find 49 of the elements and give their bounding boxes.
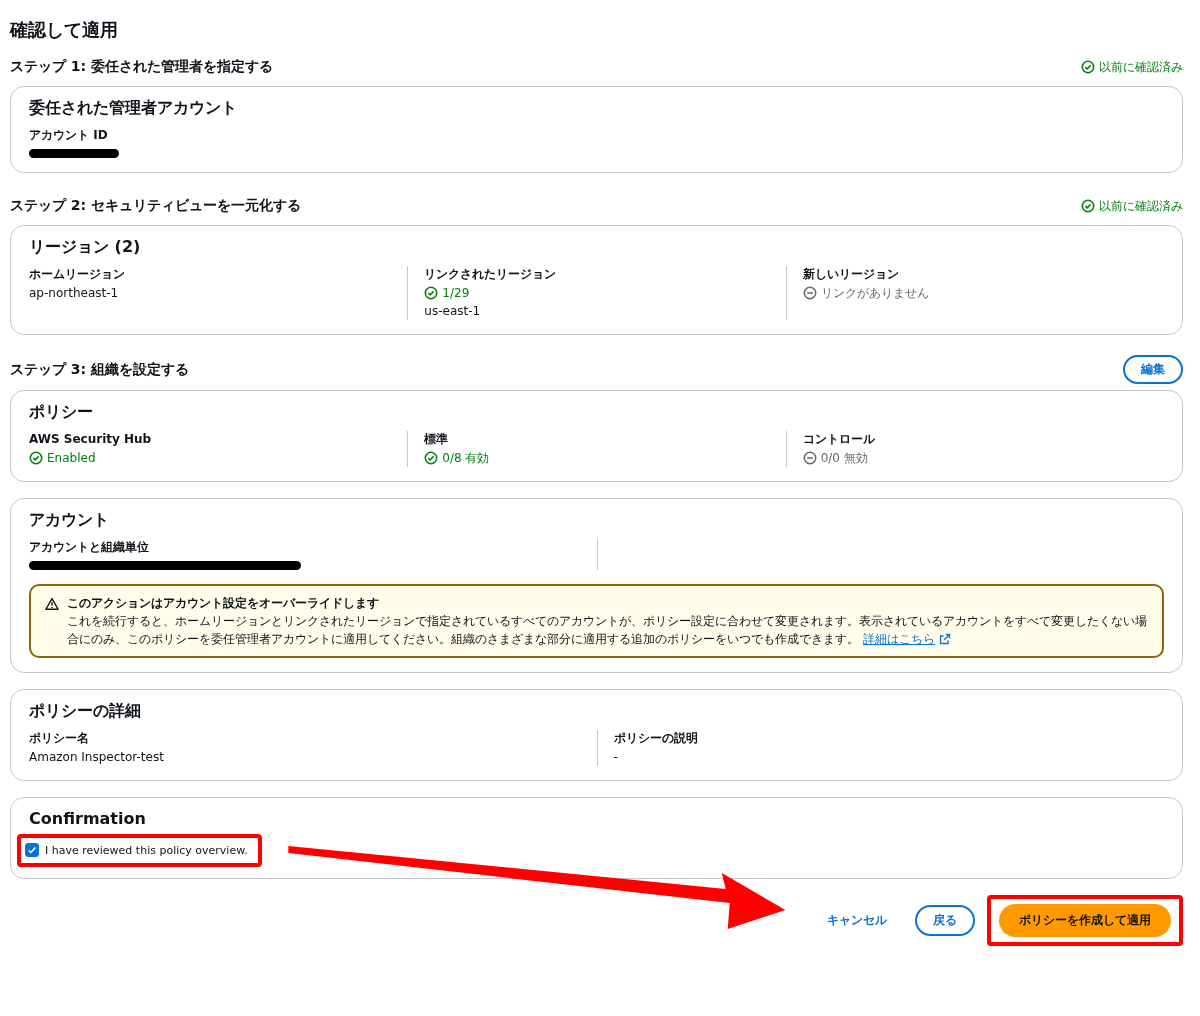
alert-text: これを続行すると、ホームリージョンとリンクされたリージョンで指定されているすべてのアカウントが、ポリシー設定に合わせて変更されます。表示されているアカウントをすべて変更したくない場合にのみ、このポリシーを委任管理者アカウントに適用してください。組織のさまざまな部分に適用する追加のポリシーをいつでも作成できます。 詳細はこちら xyxy=(67,613,1148,648)
field-value: ap-northeast-1 xyxy=(29,285,119,302)
step-title: ステップ 1: 委任された管理者を指定する xyxy=(10,58,275,76)
field-label: アカウント ID xyxy=(29,127,109,144)
card-title: Confirmation xyxy=(29,808,147,830)
field-label: AWS Security Hub xyxy=(29,431,153,448)
check-circle-icon xyxy=(29,451,43,465)
field-label: 新しいリージョン xyxy=(802,266,900,283)
check-circle-icon xyxy=(1081,199,1095,213)
check-circle-icon xyxy=(1081,60,1095,74)
status-text: 1/29 xyxy=(442,285,470,302)
step-title: ステップ 2: セキュリティビューを一元化する xyxy=(10,197,303,215)
field-label: アカウントと組織単位 xyxy=(29,539,150,556)
checkmark-icon xyxy=(26,844,38,856)
field-value: - xyxy=(613,749,618,766)
status-text: Enabled xyxy=(47,450,96,467)
status-text: 以前に確認済み xyxy=(1099,197,1183,215)
step-title: ステップ 3: 組織を設定する xyxy=(10,360,191,379)
status-text: リンクがありません xyxy=(820,285,929,302)
page-title: 確認して適用 xyxy=(10,18,119,42)
field-label: 標準 xyxy=(424,431,450,448)
check-circle-icon xyxy=(424,286,439,300)
warning-icon xyxy=(45,597,59,611)
cancel-link[interactable]: キャンセル xyxy=(811,907,903,934)
card-title: ポリシー xyxy=(29,401,94,423)
edit-button[interactable]: 編集 xyxy=(1123,355,1183,384)
status-text: 以前に確認済み xyxy=(1099,58,1183,76)
field-label: ホームリージョン xyxy=(29,266,126,283)
minus-circle-icon xyxy=(802,286,817,300)
learn-more-link[interactable]: 詳細はこちら xyxy=(863,630,951,648)
minus-circle-icon xyxy=(802,451,817,465)
card-title: リージョン (2) xyxy=(29,236,142,258)
field-value: us-east-1 xyxy=(424,303,481,320)
create-apply-button[interactable]: ポリシーを作成して適用 xyxy=(999,904,1171,937)
back-button[interactable]: 戻る xyxy=(915,905,975,936)
field-label: コントロール xyxy=(802,431,876,448)
card-title: ポリシーの詳細 xyxy=(29,700,142,722)
card-title: 委任された管理者アカウント xyxy=(29,97,238,119)
check-circle-icon xyxy=(424,451,439,465)
status-text: 0/8 有効 xyxy=(442,450,490,467)
field-label: ポリシーの説明 xyxy=(613,730,699,747)
status-text: 0/0 無効 xyxy=(820,450,868,467)
field-label: リンクされたリージョン xyxy=(424,266,558,283)
field-value: Amazon Inspector-test xyxy=(29,749,164,766)
review-checkbox[interactable]: I have reviewed this policy overview. xyxy=(25,843,248,857)
field-label: ポリシー名 xyxy=(29,730,90,747)
external-link-icon xyxy=(939,633,951,645)
card-title: アカウント xyxy=(29,509,110,531)
alert-title: このアクションはアカウント設定をオーバーライドします xyxy=(67,595,380,612)
